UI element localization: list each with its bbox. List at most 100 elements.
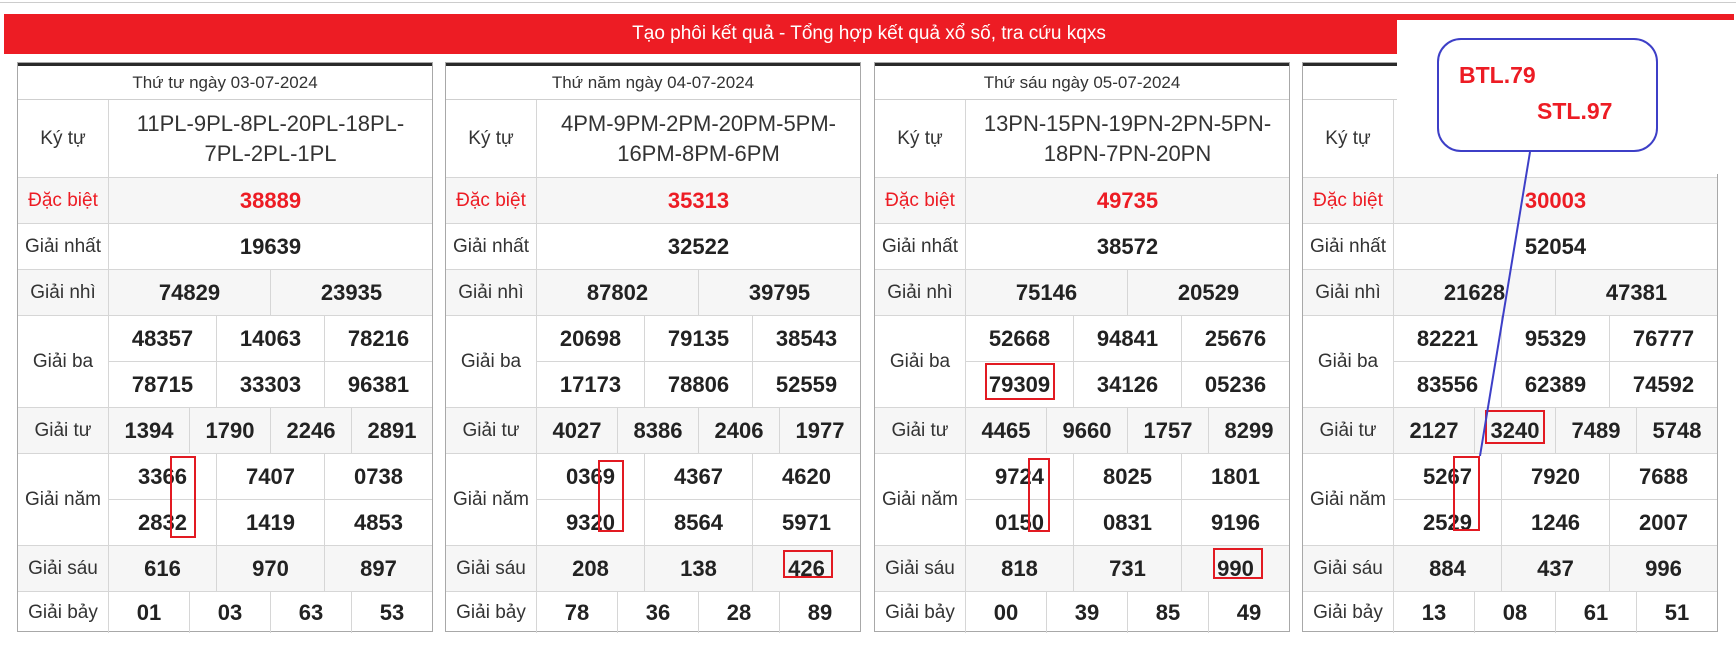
prize-number: 17173 [559, 371, 622, 397]
row-label: Ký tự [18, 100, 109, 177]
row-db: Đặc biệt 35313 [446, 178, 860, 224]
panel-date: Thứ năm ngày 04-07-2024 [446, 63, 860, 100]
prize-number: 897 [324, 546, 432, 591]
prize-number: 7489 [1555, 408, 1636, 453]
prize-number: 47381 [1555, 270, 1717, 315]
row-label: Giải bảy [18, 592, 109, 633]
prize-number: 13 [1421, 599, 1447, 625]
top-divider [0, 2, 1736, 3]
prize-number: 76777 [1609, 316, 1717, 361]
kytu-value: 4PM-9PM-2PM-20PM-5PM-16PM-8PM-6PM [560, 110, 837, 166]
row-g5: Giải năm 9724 8025 1801 0150 0831 9196 [875, 454, 1289, 546]
prize-number: 39 [1046, 592, 1127, 633]
prize-number: 8386 [617, 408, 698, 453]
prize-number: 30003 [1524, 187, 1587, 213]
row-g4: Giải tư 1394 1790 2246 2891 [18, 408, 432, 454]
row-label: Giải sáu [875, 546, 966, 591]
annotation-stl: STL.97 [1537, 98, 1613, 124]
prize-number: 52668 [988, 325, 1051, 351]
row-label: Giải nhì [1303, 270, 1394, 315]
row-db: Đặc biệt 38889 [18, 178, 432, 224]
prize-number: 616 [144, 555, 181, 581]
row-label: Giải năm [18, 454, 109, 545]
row-label: Đặc biệt [875, 178, 966, 223]
prize-number: 4367 [644, 454, 752, 499]
panel-date: Thứ tư ngày 03-07-2024 [18, 63, 432, 100]
highlight-box-p3-g6 [1213, 548, 1263, 579]
prize-number: 7407 [216, 454, 324, 499]
row-g3: Giải ba 48357 14063 78216 78715 33303 96381 [18, 316, 432, 408]
prize-number: 0738 [324, 454, 432, 499]
prize-number: 9724 [995, 463, 1044, 489]
prize-number: 33303 [216, 362, 324, 407]
result-panel-3: Thứ sáu ngày 05-07-2024 Ký tự 13PN-15PN-19… [874, 62, 1290, 633]
prize-number: 51 [1636, 592, 1717, 633]
prize-number: 8025 [1073, 454, 1181, 499]
prize-number: 34126 [1073, 362, 1181, 407]
prize-number: 94841 [1073, 316, 1181, 361]
prize-number: 05236 [1181, 362, 1289, 407]
row-label: Giải nhì [446, 270, 537, 315]
prize-number: 208 [572, 555, 609, 581]
prize-number: 1977 [779, 408, 860, 453]
prize-number: 00 [993, 599, 1019, 625]
prize-number: 74829 [158, 279, 221, 305]
prize-number: 39795 [698, 270, 860, 315]
row-label: Giải bảy [1303, 592, 1394, 633]
row-g3: Giải ba 52668 94841 25676 79309 34126 05236 [875, 316, 1289, 408]
prize-number: 21628 [1443, 279, 1506, 305]
prize-number: 48357 [131, 325, 194, 351]
row-label: Giải sáu [18, 546, 109, 591]
row-label: Ký tự [1303, 100, 1394, 177]
prize-number: 2529 [1423, 509, 1472, 535]
prize-number: 8299 [1208, 408, 1289, 453]
row-g5: Giải năm 5267 7920 7688 2529 1246 2007 [1303, 454, 1717, 546]
prize-number: 5267 [1423, 463, 1472, 489]
prize-number: 4853 [324, 500, 432, 545]
prize-number: 884 [1429, 555, 1466, 581]
prize-number: 78 [564, 599, 590, 625]
row-g6: Giải sáu 616 970 897 [18, 546, 432, 592]
prize-number: 138 [644, 546, 752, 591]
prize-number: 2891 [351, 408, 432, 453]
prize-number: 731 [1073, 546, 1181, 591]
row-label: Giải năm [446, 454, 537, 545]
prize-number: 38543 [752, 316, 860, 361]
row-g5: Giải năm 0369 4367 4620 9320 8564 5971 [446, 454, 860, 546]
row-kytu: Ký tự 13PN-15PN-19PN-2PN-5PN-18PN-7PN-20P… [875, 100, 1289, 178]
row-kytu: Ký tự 4PM-9PM-2PM-20PM-5PM-16PM-8PM-6PM [446, 100, 860, 178]
row-kytu: Ký tự 11PL-9PL-8PL-20PL-18PL-7PL-2PL-1PL [18, 100, 432, 178]
row-db: Đặc biệt 30003 [1303, 178, 1717, 224]
kytu-value: 11PL-9PL-8PL-20PL-18PL-7PL-2PL-1PL [136, 110, 405, 166]
row-label: Giải ba [446, 316, 537, 407]
row-g2: Giải nhì 21628 47381 [1303, 270, 1717, 316]
row-g7: Giải bảy 01 03 63 53 [18, 592, 432, 633]
prize-number: 4465 [981, 417, 1031, 443]
prize-number: 1801 [1181, 454, 1289, 499]
prize-number: 23935 [270, 270, 432, 315]
row-label: Giải nhì [875, 270, 966, 315]
prize-number: 28 [698, 592, 779, 633]
prize-number: 1757 [1127, 408, 1208, 453]
prize-number: 2246 [270, 408, 351, 453]
prize-number: 5971 [752, 500, 860, 545]
row-g2: Giải nhì 74829 23935 [18, 270, 432, 316]
prize-number: 89 [779, 592, 860, 633]
row-g7: Giải bảy 78 36 28 89 [446, 592, 860, 633]
prize-number: 3366 [138, 463, 187, 489]
kytu-value: 13PN-15PN-19PN-2PN-5PN-18PN-7PN-20PN [983, 110, 1272, 166]
panel-date: Thứ sáu ngày 05-07-2024 [875, 63, 1289, 100]
prize-number: 78806 [644, 362, 752, 407]
row-label: Giải nhất [875, 224, 966, 269]
prize-number: 7920 [1501, 454, 1609, 499]
prize-number: 7688 [1609, 454, 1717, 499]
row-g3: Giải ba 20698 79135 38543 17173 78806 52559 [446, 316, 860, 408]
prize-number: 437 [1501, 546, 1609, 591]
annotation-btl: BTL.79 [1459, 62, 1536, 88]
prize-number: 2406 [698, 408, 779, 453]
row-label: Giải tư [18, 408, 109, 453]
prize-number: 2007 [1609, 500, 1717, 545]
prize-number: 1419 [216, 500, 324, 545]
prize-number: 19639 [239, 233, 302, 259]
row-label: Giải nhất [18, 224, 109, 269]
